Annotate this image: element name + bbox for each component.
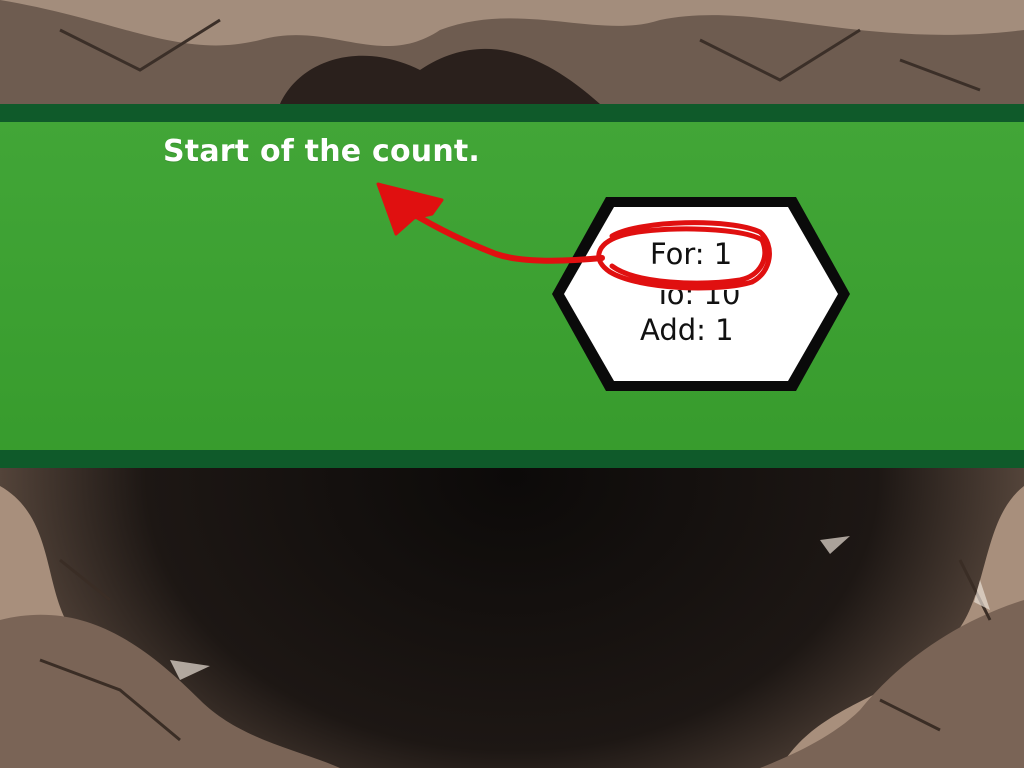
banner-sheen xyxy=(0,122,1024,450)
loop-for-value: For: 1 xyxy=(650,237,733,271)
dialog-banner xyxy=(0,104,1024,468)
dialog-message: Start of the count. xyxy=(163,134,481,169)
for-loop-block[interactable]: For: 1 To: 10 Add: 1 xyxy=(548,195,854,393)
loop-add-value: Add: 1 xyxy=(640,313,734,347)
game-scene: Start of the count. For: 1 To: 10 Add: 1 xyxy=(0,0,1024,768)
